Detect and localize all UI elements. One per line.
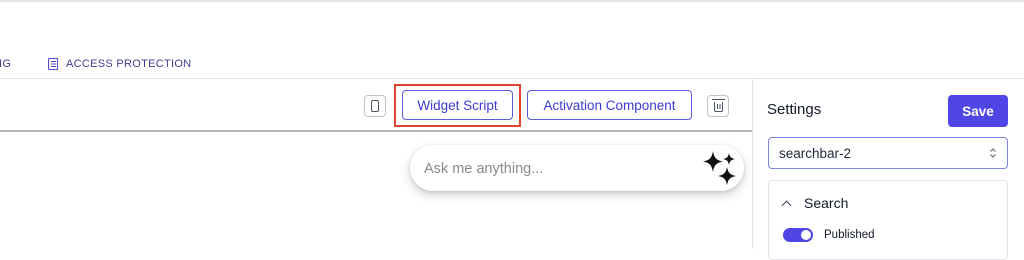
mobile-preview-button[interactable] xyxy=(364,95,386,117)
chevron-up-icon xyxy=(781,200,792,210)
search-settings-panel: Search Published xyxy=(768,180,1008,260)
tab-config[interactable]: FIG xyxy=(0,58,11,70)
search-section-header[interactable]: Search xyxy=(781,195,849,211)
tab-access-protection-label: ACCESS PROTECTION xyxy=(66,58,192,70)
search-input[interactable] xyxy=(422,157,696,181)
widget-select[interactable]: searchbar-2 xyxy=(768,137,1008,169)
activation-component-button[interactable]: Activation Component xyxy=(527,90,692,120)
published-toggle[interactable] xyxy=(783,228,813,242)
highlight-box xyxy=(394,84,521,127)
save-label: Save xyxy=(962,103,994,119)
save-button[interactable]: Save xyxy=(948,95,1008,127)
search-section-title: Search xyxy=(804,195,849,211)
sparkles-icon[interactable] xyxy=(702,149,740,187)
chevron-updown-icon xyxy=(990,148,996,158)
delete-button[interactable] xyxy=(707,95,729,117)
activation-component-label: Activation Component xyxy=(543,97,676,113)
searchbar-widget[interactable] xyxy=(410,145,744,191)
trash-icon xyxy=(712,99,725,112)
top-border xyxy=(0,0,1024,2)
tab-bar: FIG ACCESS PROTECTION xyxy=(0,52,1024,79)
settings-title: Settings xyxy=(767,101,822,118)
mobile-phone-icon xyxy=(371,100,379,112)
panel-divider xyxy=(752,79,753,249)
published-row: Published xyxy=(783,228,875,242)
published-label: Published xyxy=(824,229,875,241)
widget-select-value: searchbar-2 xyxy=(779,146,852,161)
tab-config-label: FIG xyxy=(0,58,12,70)
document-icon xyxy=(48,58,58,70)
tab-access-protection[interactable]: ACCESS PROTECTION xyxy=(48,58,192,70)
